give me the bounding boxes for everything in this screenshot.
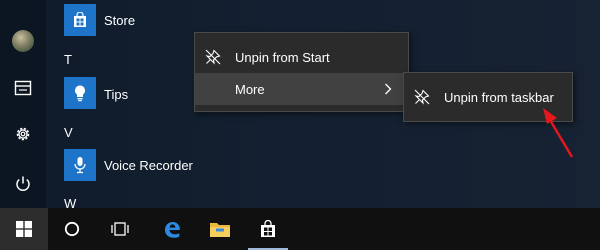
settings-gear-icon <box>16 127 30 141</box>
red-arrow-annotation <box>543 108 574 158</box>
power-button[interactable] <box>0 164 46 204</box>
settings-button[interactable] <box>0 114 46 154</box>
microphone-icon <box>74 157 86 174</box>
documents-button[interactable] <box>0 68 46 108</box>
start-menu: Store T Tips V Voice Recorder W Unpin fr… <box>0 0 600 208</box>
unpin-icon <box>205 49 221 65</box>
context-menu: Unpin from Start More <box>194 32 409 112</box>
voice-recorder-app-label[interactable]: Voice Recorder <box>104 158 193 173</box>
file-explorer-icon <box>210 223 230 237</box>
start-menu-rail <box>0 0 46 208</box>
store-bag-icon <box>261 220 275 237</box>
unpin-from-start-label: Unpin from Start <box>235 49 330 65</box>
tips-app-tile[interactable] <box>64 77 96 109</box>
user-avatar-button[interactable] <box>0 21 46 61</box>
store-app-tile[interactable] <box>64 4 96 36</box>
store-app-label[interactable]: Store <box>104 13 135 28</box>
file-explorer-button[interactable] <box>196 208 244 250</box>
store-taskbar-button[interactable] <box>244 208 292 250</box>
avatar <box>12 30 34 52</box>
group-header-t[interactable]: T <box>64 52 72 67</box>
edge-browser-button[interactable] <box>148 208 196 250</box>
tips-app-label[interactable]: Tips <box>104 87 128 102</box>
voice-recorder-app-tile[interactable] <box>64 149 96 181</box>
edge-browser-icon <box>165 222 180 238</box>
unpin-icon <box>414 89 430 105</box>
store-bag-icon <box>74 12 86 27</box>
group-header-v[interactable]: V <box>64 125 73 140</box>
lightbulb-icon <box>75 85 85 102</box>
more-label: More <box>235 81 265 97</box>
more-submenu-item[interactable]: More <box>195 73 408 105</box>
power-icon <box>16 176 30 191</box>
cortana-circle-icon <box>64 221 80 237</box>
cortana-button[interactable] <box>48 208 96 250</box>
start-button[interactable] <box>0 208 48 250</box>
task-view-icon <box>111 222 129 236</box>
documents-icon <box>14 80 32 96</box>
group-header-w[interactable]: W <box>64 196 76 208</box>
chevron-right-icon <box>385 83 392 95</box>
windows-logo-icon <box>16 221 32 237</box>
task-view-button[interactable] <box>96 208 144 250</box>
unpin-from-start-item[interactable]: Unpin from Start <box>195 41 408 73</box>
taskbar <box>0 208 600 250</box>
